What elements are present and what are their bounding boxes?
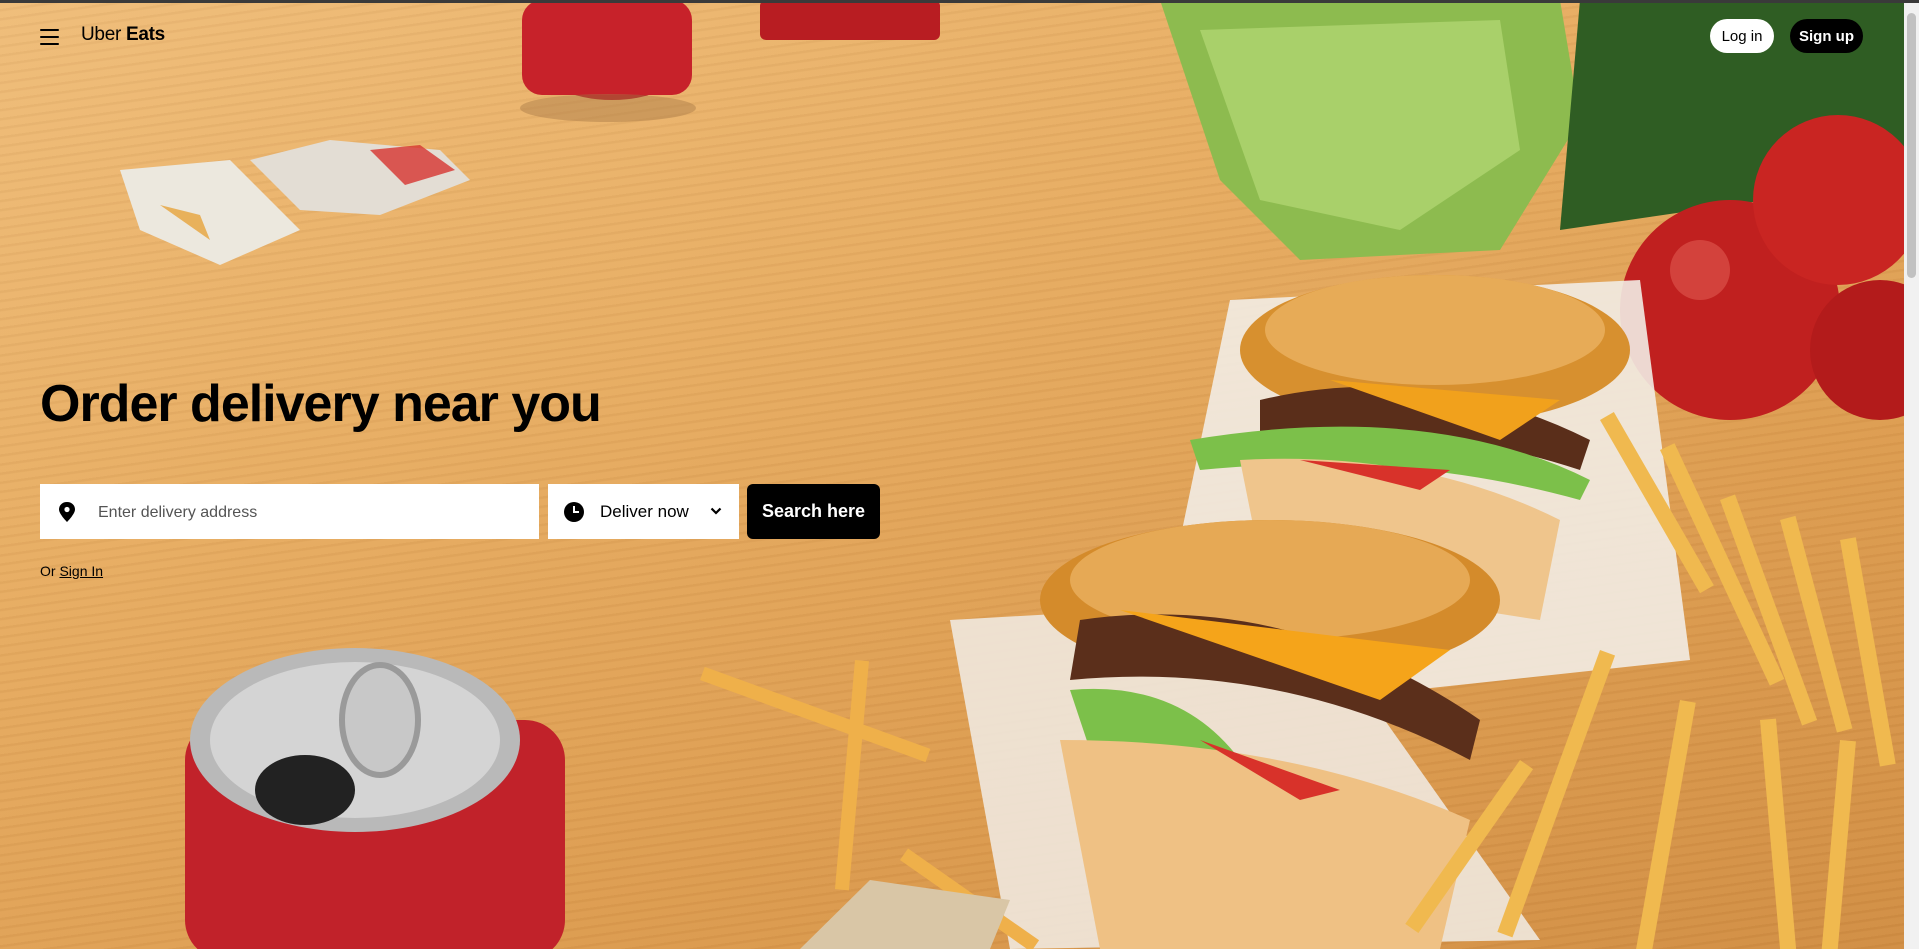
deliver-time-select[interactable]: Deliver now: [548, 484, 739, 539]
location-pin-icon: [59, 502, 75, 522]
search-button[interactable]: Search here: [747, 484, 880, 539]
logo-text-uber: Uber: [81, 24, 121, 45]
delivery-address-field[interactable]: [40, 484, 539, 541]
hero-background-image: [0, 0, 1904, 949]
hamburger-menu-icon[interactable]: [40, 29, 59, 45]
logo-text-eats: Eats: [125, 24, 165, 45]
deliver-time-value: Deliver now: [600, 502, 689, 521]
page-title: Order delivery near you: [40, 375, 602, 433]
top-navigation-bar: Uber Eats Log in Sign up: [0, 3, 1904, 69]
signin-link[interactable]: Sign In: [59, 563, 103, 579]
login-button[interactable]: Log in: [1710, 19, 1774, 53]
delivery-address-input[interactable]: [96, 484, 530, 541]
or-text: Or: [40, 563, 56, 579]
uber-eats-logo[interactable]: Uber Eats: [81, 24, 165, 46]
clock-icon: [564, 502, 584, 522]
page-scrollbar[interactable]: [1904, 3, 1919, 949]
signup-button[interactable]: Sign up: [1790, 19, 1863, 53]
chevron-down-icon: [710, 507, 722, 515]
signin-prompt: Or Sign In: [40, 563, 103, 579]
scrollbar-thumb[interactable]: [1907, 13, 1916, 278]
window-top-border: [0, 0, 1919, 3]
